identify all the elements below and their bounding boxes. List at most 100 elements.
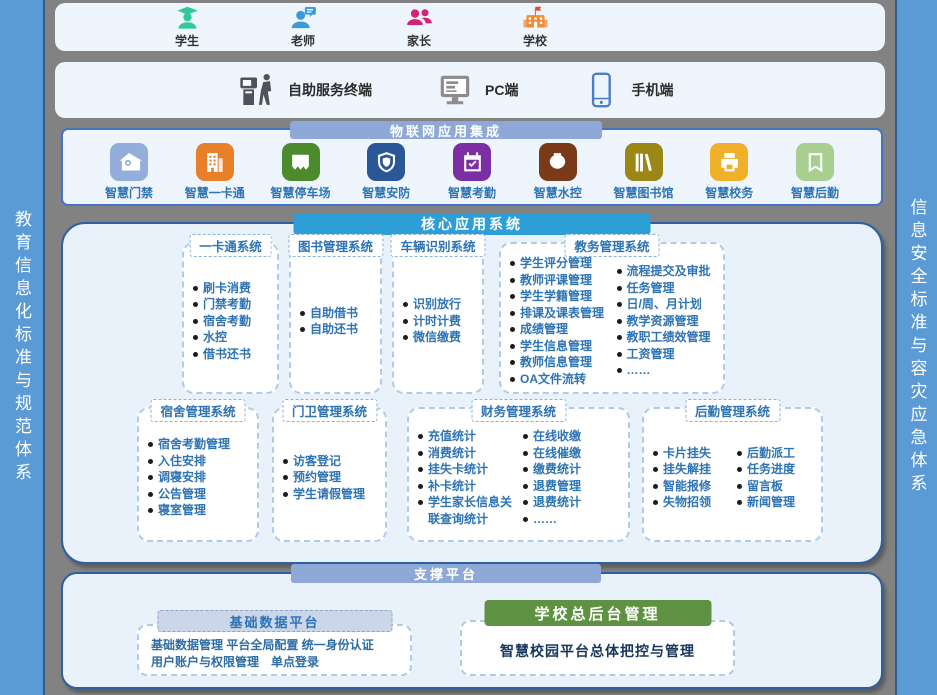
card-title: 车辆识别系统 <box>390 234 485 257</box>
card-item-list: 充值统计消费统计挂失卡统计补卡统计学生家长信息关联查询统计 <box>416 428 519 527</box>
iot-banner: 物联网应用集成 <box>290 121 602 139</box>
list-item: 任务管理 <box>615 280 720 297</box>
terminals-panel: 自助服务终端 PC端 手机端 <box>55 62 885 118</box>
right-standards-label: 信息安全标准与容灾应急体系 <box>905 198 930 497</box>
list-item: 新闻管理 <box>735 494 817 511</box>
user-label: 家长 <box>407 32 431 49</box>
iot-tile-label: 智慧后勤 <box>791 184 839 201</box>
list-item: 学生请假管理 <box>281 486 381 503</box>
list-item: 学生学籍管理 <box>508 288 613 305</box>
user-label: 学校 <box>523 32 547 49</box>
system-card-gate: 门卫管理系统 访客登记预约管理学生请假管理 <box>272 407 387 542</box>
system-card-finance: 财务管理系统 充值统计消费统计挂失卡统计补卡统计学生家长信息关联查询统计 在线收… <box>407 407 630 542</box>
iot-tile-label: 智慧校务 <box>705 184 753 201</box>
terminal-item-mobile: 手机端 <box>582 71 673 109</box>
logistics-bookmark-icon <box>796 143 834 181</box>
card-title: 教务管理系统 <box>564 234 659 257</box>
iot-tile-onecard: 智慧一卡通 <box>175 143 255 201</box>
list-item: 自助借书 <box>298 305 376 322</box>
list-item: 识别放行 <box>401 296 478 313</box>
iot-tile-label: 智慧一卡通 <box>185 184 245 201</box>
system-card-academic: 教务管理系统 学生评分管理教师评课管理学生学籍管理排课及课表管理成绩管理学生信息… <box>499 242 725 394</box>
iot-tile-door-access: 智慧门禁 <box>89 143 169 201</box>
iot-tile-label: 智慧门禁 <box>105 184 153 201</box>
user-item-school: 学校 <box>503 5 567 49</box>
list-item: 挂失解挂 <box>651 461 733 478</box>
card-item-list: 宿舍考勤管理入住安排调寝安排公告管理寝室管理 <box>146 436 253 519</box>
list-item: 留言板 <box>735 478 817 495</box>
list-item: 缴费统计 <box>521 461 624 478</box>
card-item-list: 在线收缴在线催缴缴费统计退费管理退费统计…… <box>521 428 624 527</box>
iot-tile-affairs: 智慧校务 <box>689 143 769 201</box>
pc-icon <box>436 71 474 109</box>
base-data-platform: 基础数据平台 基础数据管理 平台全局配置 统一身份认证 用户账户与权限管理 单点… <box>137 624 412 676</box>
left-standards-label: 教育信息化标准与规范体系 <box>9 210 34 486</box>
iot-tile-library: 智慧图书馆 <box>604 143 684 201</box>
list-item: 在线收缴 <box>521 428 624 445</box>
base-data-line2: 用户账户与权限管理 单点登录 <box>151 654 410 671</box>
iot-tile-attendance: 智慧考勤 <box>432 143 512 201</box>
terminal-label: 自助服务终端 <box>288 80 372 100</box>
list-item: 教师信息管理 <box>508 354 613 371</box>
card-title: 门卫管理系统 <box>282 399 377 422</box>
card-item-list: 后勤派工任务进度留言板新闻管理 <box>735 445 817 511</box>
list-item: 后勤派工 <box>735 445 817 462</box>
list-item: 在线催缴 <box>521 445 624 462</box>
list-item: 门禁考勤 <box>191 296 273 313</box>
card-title: 一卡通系统 <box>189 234 272 257</box>
iot-tile-label: 智慧安防 <box>362 184 410 201</box>
list-item: 刷卡消费 <box>191 280 273 297</box>
door-access-icon <box>110 143 148 181</box>
list-item: 消费统计 <box>416 445 519 462</box>
left-standards-bar: 教育信息化标准与规范体系 <box>0 0 45 695</box>
library-books-icon <box>625 143 663 181</box>
card-item-list: 卡片挂失挂失解挂智能报修失物招领 <box>651 445 733 511</box>
card-item-list: 访客登记预约管理学生请假管理 <box>281 453 381 503</box>
base-data-line1: 基础数据管理 平台全局配置 统一身份认证 <box>151 637 410 654</box>
list-item: 水控 <box>191 329 273 346</box>
list-item: 借书还书 <box>191 346 273 363</box>
list-item: 访客登记 <box>281 453 381 470</box>
core-panel: 核心应用系统 一卡通系统 刷卡消费门禁考勤宿舍考勤水控借书还书 图书管理系统 自… <box>61 222 883 564</box>
list-item: 调寝安排 <box>146 469 253 486</box>
support-banner: 支撑平台 <box>291 564 601 583</box>
student-icon <box>174 5 201 32</box>
card-title: 后勤管理系统 <box>685 399 780 422</box>
user-item-teacher: 老师 <box>271 5 335 49</box>
right-standards-bar: 信息安全标准与容灾应急体系 <box>895 0 937 695</box>
iot-tiles: 智慧门禁 智慧一卡通 智慧停车场 智慧安防 <box>89 143 855 201</box>
system-card-onecard: 一卡通系统 刷卡消费门禁考勤宿舍考勤水控借书还书 <box>182 242 279 394</box>
teacher-icon <box>290 5 317 32</box>
system-card-dorm: 宿舍管理系统 宿舍考勤管理入住安排调寝安排公告管理寝室管理 <box>137 407 259 542</box>
kiosk-icon <box>237 70 277 110</box>
iot-tile-security: 智慧安防 <box>346 143 426 201</box>
user-item-student: 学生 <box>155 5 219 49</box>
iot-panel: 物联网应用集成 智慧门禁 智慧一卡通 智慧停车场 <box>61 128 883 206</box>
list-item: …… <box>521 511 624 528</box>
card-item-list: 识别放行计时计费微信缴费 <box>401 296 478 346</box>
system-card-library: 图书管理系统 自助借书自助还书 <box>289 242 382 394</box>
iot-tile-label: 智慧考勤 <box>448 184 496 201</box>
parents-icon <box>406 5 433 32</box>
list-item: 成绩管理 <box>508 321 613 338</box>
list-item: …… <box>615 362 720 379</box>
card-title: 财务管理系统 <box>471 399 566 422</box>
iot-tile-label: 智慧水控 <box>534 184 582 201</box>
list-item: 日/周、月计划 <box>615 296 720 313</box>
admin-platform-desc: 智慧校园平台总体把控与管理 <box>462 622 733 674</box>
list-item: 退费管理 <box>521 478 624 495</box>
list-item: 教职工绩效管理 <box>615 329 720 346</box>
card-item-list: 刷卡消费门禁考勤宿舍考勤水控借书还书 <box>191 280 273 363</box>
terminal-label: PC端 <box>485 80 518 100</box>
list-item: 挂失卡统计 <box>416 461 519 478</box>
card-title: 图书管理系统 <box>288 234 383 257</box>
list-item: 教师评课管理 <box>508 272 613 289</box>
list-item: 排课及课表管理 <box>508 305 613 322</box>
list-item: 补卡统计 <box>416 478 519 495</box>
core-banner: 核心应用系统 <box>294 213 651 235</box>
list-item: 工资管理 <box>615 346 720 363</box>
list-item: 微信缴费 <box>401 329 478 346</box>
phone-icon <box>582 71 620 109</box>
list-item: 失物招领 <box>651 494 733 511</box>
list-item: 入住安排 <box>146 453 253 470</box>
